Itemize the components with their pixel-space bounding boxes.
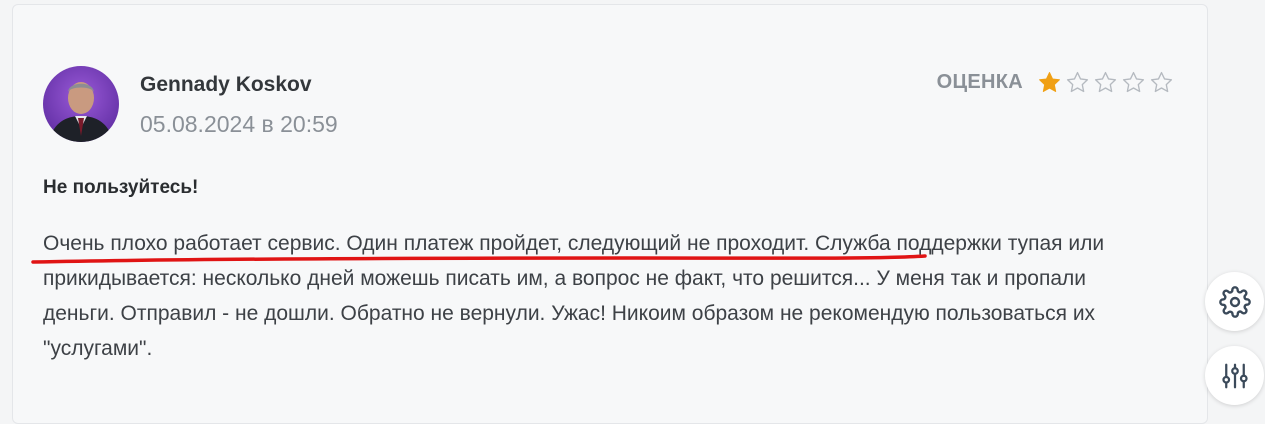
review-text: Очень плохо работает сервис. Один платеж… bbox=[43, 232, 1105, 360]
avatar[interactable] bbox=[43, 66, 119, 142]
star-empty-icon bbox=[1122, 71, 1145, 92]
star-empty-icon bbox=[1150, 71, 1173, 92]
star-empty-icon bbox=[1094, 71, 1117, 92]
rating-label: ОЦЕНКА bbox=[936, 70, 1023, 93]
star-filled-icon bbox=[1039, 71, 1060, 92]
rating-stars bbox=[1037, 70, 1177, 95]
star-empty-icon bbox=[1066, 71, 1089, 92]
review-card: Gennady Koskov 05.08.2024 в 20:59 ОЦЕНКА… bbox=[12, 4, 1208, 424]
settings-button[interactable] bbox=[1205, 272, 1264, 331]
filters-button[interactable] bbox=[1205, 346, 1264, 405]
sliders-icon bbox=[1221, 363, 1248, 388]
rating: ОЦЕНКА bbox=[937, 65, 1177, 99]
gear-icon bbox=[1218, 285, 1251, 318]
review-title: Не пользуйтесь! bbox=[43, 177, 199, 198]
author-name[interactable]: Gennady Koskov bbox=[140, 73, 312, 97]
review-date: 05.08.2024 в 20:59 bbox=[140, 111, 338, 137]
red-underline-annotation bbox=[31, 254, 927, 264]
avatar-photo bbox=[43, 66, 119, 142]
